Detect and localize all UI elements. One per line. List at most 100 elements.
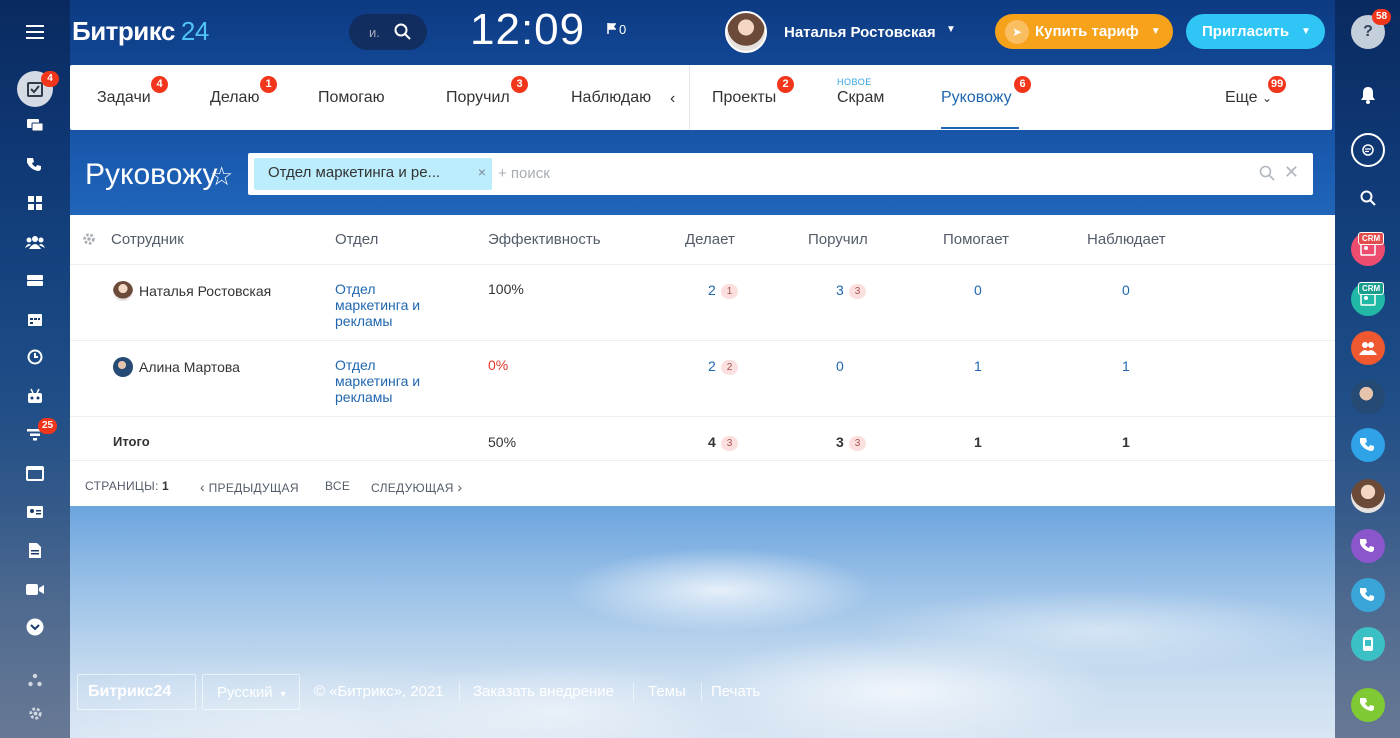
more-down-icon[interactable] bbox=[0, 609, 70, 645]
notifications-bell-icon[interactable] bbox=[1351, 78, 1385, 112]
chevron-down-icon: ▼ bbox=[1301, 26, 1311, 37]
viber-icon[interactable] bbox=[1351, 529, 1385, 563]
helping-count[interactable]: 0 bbox=[974, 282, 982, 298]
buy-tariff-button[interactable]: ➤ Купить тариф ▼ bbox=[995, 14, 1173, 49]
efficiency-value: 0% bbox=[488, 357, 509, 373]
settings-gear-icon[interactable] bbox=[0, 695, 70, 731]
user-menu-caret-icon[interactable]: ▼ bbox=[946, 24, 956, 35]
employee-name[interactable]: Алина Мартова bbox=[139, 359, 240, 375]
tab-helping[interactable]: Помогаю bbox=[318, 89, 385, 107]
call-icon[interactable] bbox=[1351, 428, 1385, 462]
video-icon[interactable] bbox=[0, 571, 70, 607]
tab-watching[interactable]: Наблюдаю bbox=[571, 89, 651, 107]
watching-count[interactable]: 1 bbox=[1122, 358, 1130, 374]
chevron-left-icon[interactable]: ‹ bbox=[670, 90, 675, 108]
search-icon[interactable] bbox=[1259, 165, 1275, 181]
footer-themes-link[interactable]: Темы bbox=[648, 683, 686, 700]
doing-count[interactable]: 21 bbox=[708, 282, 739, 299]
right-sidebar: ? 58 CRM CRM bbox=[1335, 0, 1400, 738]
bitrix24-logo[interactable]: Битрикс 24 bbox=[72, 16, 209, 47]
open-lines-phone-icon[interactable] bbox=[1351, 688, 1385, 722]
col-employee[interactable]: Сотрудник bbox=[111, 231, 184, 248]
mobile-app-icon[interactable] bbox=[1351, 627, 1385, 661]
contact-avatar[interactable] bbox=[1351, 479, 1385, 513]
col-efficiency[interactable]: Эффективность bbox=[488, 231, 601, 248]
robot-icon[interactable] bbox=[0, 378, 70, 414]
language-select[interactable]: Русский ▼ bbox=[202, 674, 300, 710]
employee-name[interactable]: Наталья Ростовская bbox=[139, 283, 271, 299]
clock-icon[interactable] bbox=[0, 339, 70, 375]
row-divider bbox=[70, 340, 1335, 341]
search-icon[interactable] bbox=[1351, 181, 1385, 215]
efficiency-value: 100% bbox=[488, 281, 524, 297]
filter-search-bar[interactable]: Отдел маркетинга и ре... × + поиск ✕ bbox=[248, 153, 1313, 195]
table-settings-gear-icon[interactable] bbox=[82, 232, 96, 246]
department-link[interactable]: Отдел маркетинга и рекламы bbox=[335, 357, 445, 405]
tab-more[interactable]: Еще ⌄ bbox=[1225, 89, 1272, 107]
invite-button[interactable]: Пригласить ▼ bbox=[1186, 14, 1325, 49]
pager-current-page: 1 bbox=[162, 479, 169, 493]
footer-order-link[interactable]: Заказать внедрение bbox=[473, 683, 614, 700]
structure-icon[interactable] bbox=[0, 662, 70, 698]
employee-avatar[interactable] bbox=[113, 281, 133, 301]
pager-prev[interactable]: ‹ ПРЕДЫДУЩАЯ bbox=[200, 479, 299, 495]
filter-chip[interactable]: Отдел маркетинга и ре... × bbox=[254, 158, 492, 190]
sites-icon[interactable] bbox=[0, 455, 70, 491]
tasks-badge: 4 bbox=[41, 71, 59, 87]
department-link[interactable]: Отдел маркетинга и рекламы bbox=[335, 281, 445, 329]
flag-counter[interactable]: 0 bbox=[607, 22, 626, 37]
live-feed-icon[interactable] bbox=[1351, 133, 1385, 167]
expired-pill: 3 bbox=[720, 436, 739, 451]
menu-icon[interactable] bbox=[0, 14, 70, 50]
col-department[interactable]: Отдел bbox=[335, 231, 378, 248]
chat-icon[interactable] bbox=[0, 108, 70, 144]
footer-print-link[interactable]: Печать bbox=[711, 683, 760, 700]
funnel-icon[interactable] bbox=[0, 417, 70, 453]
clock[interactable]: 12:09 bbox=[470, 5, 585, 55]
drive-icon[interactable] bbox=[0, 262, 70, 298]
footer-logo[interactable]: Битрикс24 bbox=[77, 674, 196, 710]
pager-label: СТРАНИЦЫ: bbox=[85, 479, 159, 493]
col-doing[interactable]: Делает bbox=[685, 231, 735, 248]
total-helping: 1 bbox=[974, 434, 982, 450]
col-watching[interactable]: Наблюдает bbox=[1087, 231, 1166, 248]
tab-doing-badge: 1 bbox=[260, 76, 277, 93]
tab-tasks[interactable]: Задачи bbox=[97, 89, 151, 107]
header-search[interactable]: и. bbox=[349, 14, 427, 50]
assigned-count[interactable]: 0 bbox=[836, 358, 844, 374]
employee-avatar[interactable] bbox=[113, 357, 133, 377]
assigned-count[interactable]: 33 bbox=[836, 282, 867, 299]
doing-count[interactable]: 22 bbox=[708, 358, 739, 375]
pager-all[interactable]: ВСЕ bbox=[325, 479, 350, 493]
apps-icon[interactable] bbox=[0, 185, 70, 221]
tab-doing[interactable]: Делаю bbox=[210, 89, 259, 107]
pager-next[interactable]: СЛЕДУЮЩАЯ › bbox=[371, 479, 462, 495]
tab-scrum[interactable]: Скрам bbox=[837, 89, 884, 107]
chip-remove-icon[interactable]: × bbox=[478, 164, 486, 180]
user-avatar[interactable] bbox=[725, 11, 767, 53]
document-icon[interactable] bbox=[0, 532, 70, 568]
contact-avatar[interactable] bbox=[1351, 380, 1385, 414]
user-name[interactable]: Наталья Ростовская bbox=[784, 24, 936, 41]
helping-count[interactable]: 1 bbox=[974, 358, 982, 374]
group-chat-icon[interactable] bbox=[1351, 331, 1385, 365]
filter-search-input[interactable]: + поиск bbox=[498, 165, 550, 182]
active-tab-underline bbox=[941, 127, 1019, 129]
footer-copyright: © «Битрикс», 2021 bbox=[314, 683, 444, 700]
new-tag: НОВОЕ bbox=[837, 77, 872, 87]
tab-assigned[interactable]: Поручил bbox=[446, 89, 510, 107]
tab-leading[interactable]: Руковожу bbox=[941, 89, 1012, 107]
calendar-icon[interactable] bbox=[0, 301, 70, 337]
clear-filter-icon[interactable]: ✕ bbox=[1284, 162, 1299, 183]
chevron-down-icon: ▼ bbox=[278, 689, 288, 699]
col-helping[interactable]: Помогает bbox=[943, 231, 1009, 248]
watching-count[interactable]: 0 bbox=[1122, 282, 1130, 298]
total-watching: 1 bbox=[1122, 434, 1130, 450]
telephony-icon[interactable] bbox=[1351, 578, 1385, 612]
col-assigned[interactable]: Поручил bbox=[808, 231, 868, 248]
employees-icon[interactable] bbox=[0, 224, 70, 260]
tab-projects[interactable]: Проекты bbox=[712, 89, 776, 107]
phone-icon[interactable] bbox=[0, 147, 70, 183]
favorite-star-icon[interactable]: ☆ bbox=[210, 161, 233, 192]
contacts-card-icon[interactable] bbox=[0, 494, 70, 530]
